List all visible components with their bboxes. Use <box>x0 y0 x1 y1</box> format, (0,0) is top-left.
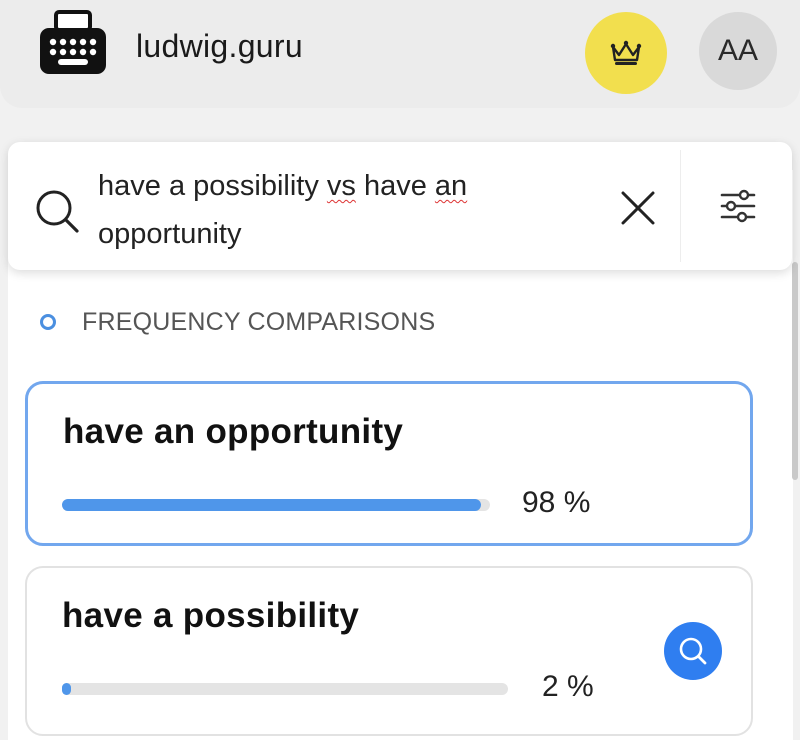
search-bar[interactable]: have a possibility vs have an opportunit… <box>8 142 792 270</box>
frequency-bar <box>62 499 490 511</box>
query-text-1: have a possibility <box>98 170 327 202</box>
frequency-bar-fill <box>62 499 481 511</box>
filter-divider <box>680 150 681 262</box>
frequency-percent: 98 % <box>522 486 591 519</box>
scrollbar[interactable] <box>792 262 798 480</box>
frequency-card-2[interactable]: have a possibility 2 % <box>25 566 753 736</box>
crown-icon <box>610 40 642 65</box>
close-icon[interactable] <box>618 188 658 228</box>
site-name[interactable]: ludwig.guru <box>136 28 303 65</box>
filter-sliders-icon[interactable] <box>718 188 758 224</box>
frequency-bar-fill <box>62 683 71 695</box>
search-phrase-button[interactable] <box>664 622 722 680</box>
search-icon[interactable] <box>32 186 84 238</box>
query-text-3: opportunity <box>98 218 242 250</box>
section-circle-icon <box>40 314 56 330</box>
frequency-bar <box>62 683 508 695</box>
text-size-button[interactable]: AA <box>699 12 777 90</box>
app-header: ludwig.guru AA <box>0 0 800 108</box>
query-vs: vs <box>326 170 356 202</box>
search-icon <box>679 637 707 665</box>
query-text-2: have <box>355 170 435 202</box>
frequency-percent: 2 % <box>542 670 594 703</box>
phrase-label: have an opportunity <box>63 412 404 451</box>
typewriter-icon[interactable] <box>38 10 108 78</box>
query-an: an <box>434 170 468 202</box>
premium-button[interactable] <box>585 12 667 94</box>
frequency-section-title: FREQUENCY COMPARISONS <box>82 308 436 336</box>
search-query[interactable]: have a possibility vs have an opportunit… <box>98 162 548 258</box>
frequency-card-1[interactable]: have an opportunity 98 % <box>25 381 753 546</box>
phrase-label: have a possibility <box>62 596 360 635</box>
